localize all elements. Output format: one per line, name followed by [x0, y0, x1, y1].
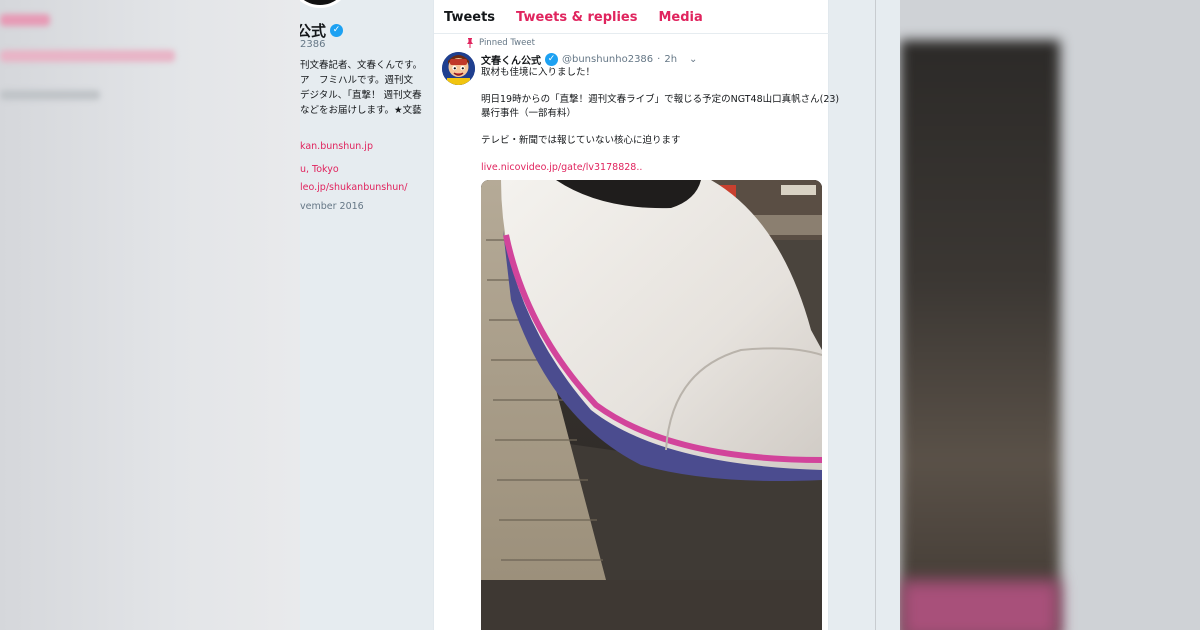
tweet-text: 取材も佳境に入りました！ 明日19時からの「直撃！週刊文春ライブ」で報じる予定の… [481, 67, 840, 173]
profile-avatar[interactable] [300, 0, 350, 8]
timeline: Tweets Tweets & replies Media Pinned Twe… [433, 0, 840, 630]
twitter-profile-page: 公式 ✓ 2386 刊文春記者、文春くんです。 ア フミハルです。週刊文 デジタ… [300, 0, 900, 630]
tweet-media-image[interactable] [481, 180, 822, 630]
profile-sidebar: 公式 ✓ 2386 刊文春記者、文春くんです。 ア フミハルです。週刊文 デジタ… [300, 0, 425, 630]
chevron-down-icon[interactable]: ⌄ [689, 54, 697, 65]
profile-link[interactable]: leo.jp/shukanbunshun/ [300, 182, 407, 193]
tweet-timestamp[interactable]: 2h [664, 54, 677, 65]
tweet-author-name[interactable]: 文春くん公式 [481, 52, 541, 67]
tab-tweets-and-replies[interactable]: Tweets & replies [506, 0, 648, 33]
profile-name: 公式 ✓ [300, 20, 344, 41]
tab-tweets[interactable]: Tweets [434, 0, 506, 33]
verified-badge-icon: ✓ [330, 24, 344, 37]
blurred-right-panel [900, 0, 1200, 630]
profile-bio: 刊文春記者、文春くんです。 ア フミハルです。週刊文 デジタル、「直撃！ 週刊文… [300, 60, 423, 116]
page-divider [875, 0, 876, 630]
profile-location: u, Tokyo [300, 164, 339, 175]
tweet-author-avatar[interactable] [442, 52, 475, 85]
tweet-link[interactable]: live.nicovideo.jp/gate/lv3178828.. [481, 162, 642, 173]
profile-joined-date: vember 2016 [300, 201, 364, 212]
profile-handle: 2386 [300, 39, 326, 50]
profile-website-link[interactable]: kan.bunshun.jp [300, 141, 373, 152]
pin-icon [467, 38, 473, 48]
pinned-tweet-label: Pinned Tweet [466, 38, 535, 48]
blurred-left-panel [0, 0, 300, 630]
verified-badge-icon: ✓ [545, 53, 558, 66]
tweet-author-handle[interactable]: @bunshunho2386 [562, 54, 653, 65]
tweet-header: 文春くん公式 ✓ @bunshunho2386 · 2h ⌄ [481, 52, 698, 67]
profile-tabs: Tweets Tweets & replies Media [434, 0, 830, 34]
tab-media[interactable]: Media [648, 0, 713, 33]
